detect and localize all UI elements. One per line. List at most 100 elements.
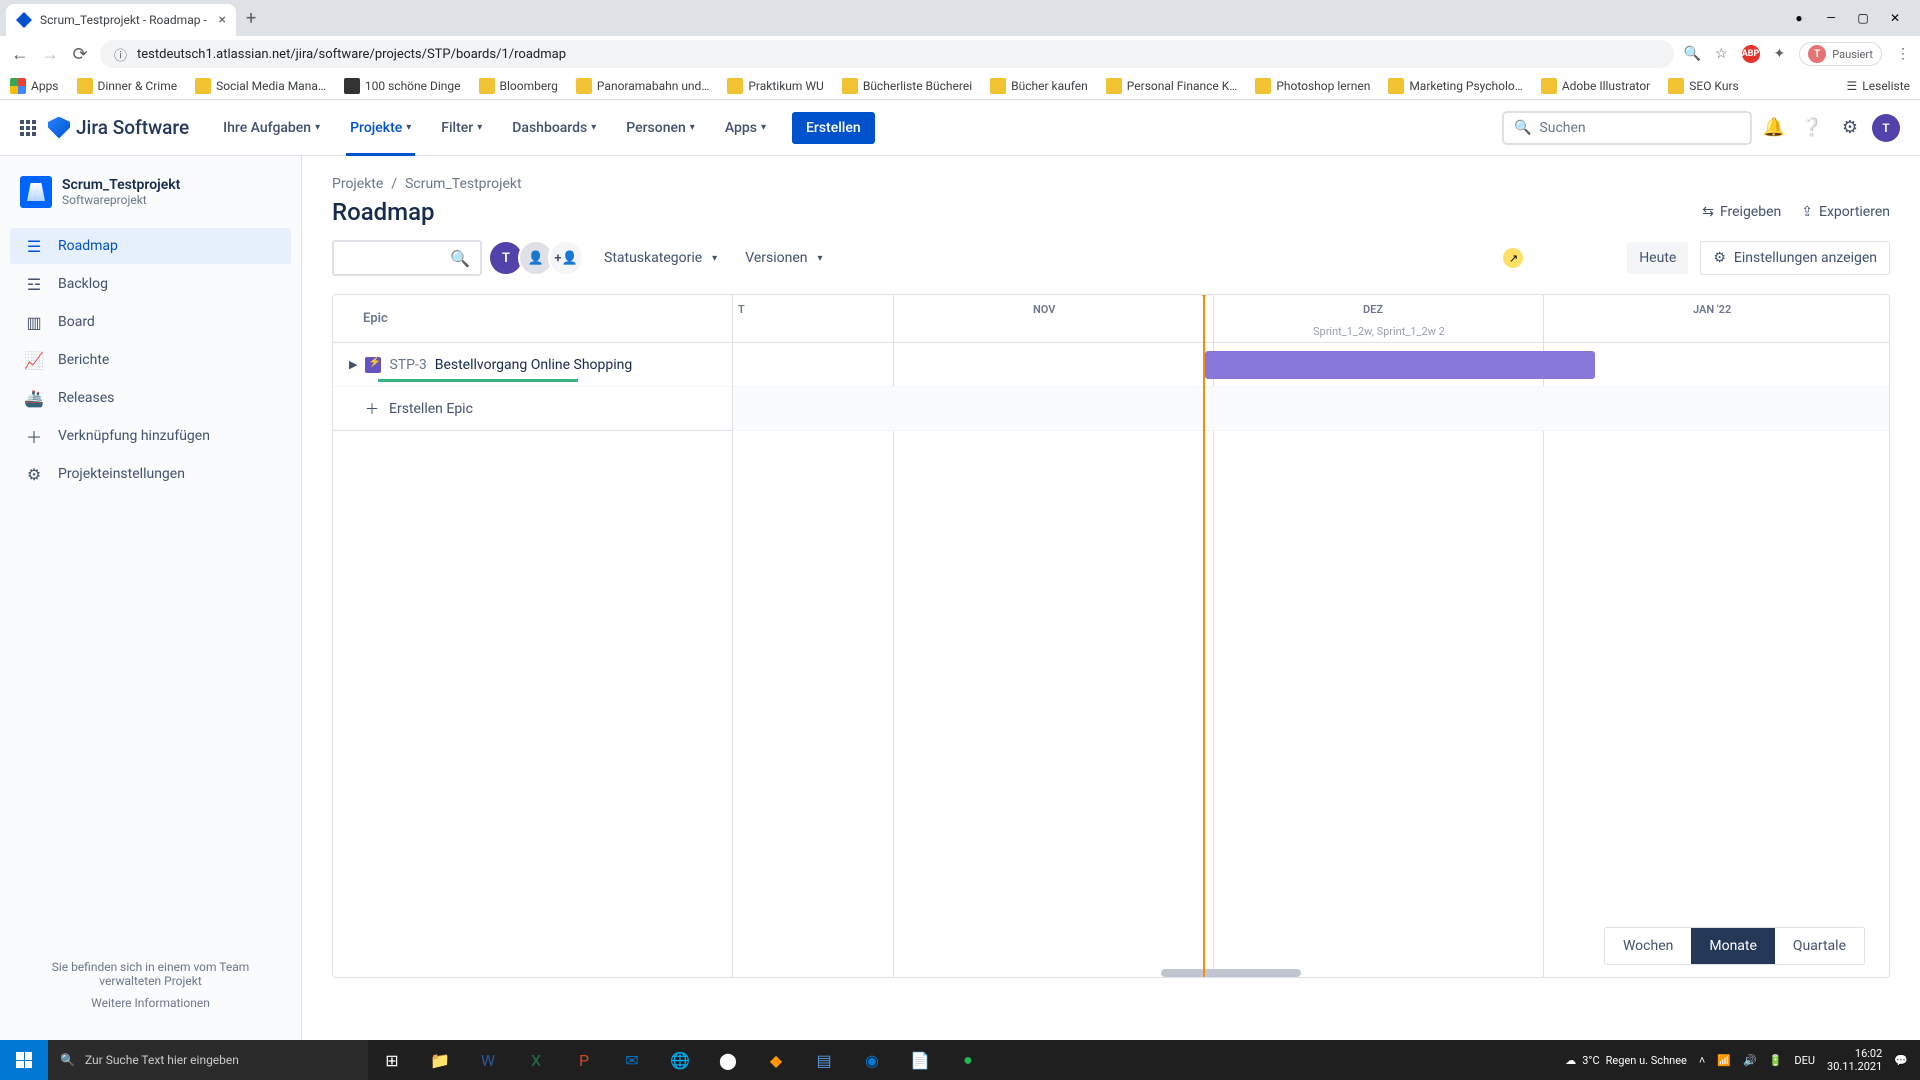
nav-projects[interactable]: Projekte▾ <box>338 100 423 156</box>
reload-button[interactable]: ⟳ <box>70 44 90 65</box>
powerpoint-icon[interactable]: P <box>560 1040 608 1080</box>
bookmark-item[interactable]: ☰Leseliste <box>1847 79 1910 93</box>
app-icon[interactable]: ▤ <box>800 1040 848 1080</box>
start-button[interactable] <box>0 1040 48 1080</box>
nav-dashboards[interactable]: Dashboards▾ <box>500 100 608 156</box>
settings-icon[interactable]: ⚙ <box>1834 112 1866 144</box>
bookmark-item[interactable]: Bücher kaufen <box>990 78 1088 94</box>
notepad-icon[interactable]: 📄 <box>896 1040 944 1080</box>
notifications-tray-icon[interactable]: 💬 <box>1894 1054 1908 1067</box>
spotify-icon[interactable]: ● <box>944 1040 992 1080</box>
zoom-quarters[interactable]: Quartale <box>1775 928 1864 964</box>
tray-expand-icon[interactable]: ˄ <box>1699 1054 1705 1067</box>
sidebar-footer-link[interactable]: Weitere Informationen <box>20 996 281 1010</box>
zoom-icon[interactable]: 🔍 <box>1684 46 1701 62</box>
bookmark-item[interactable]: Social Media Mana… <box>195 78 326 94</box>
sidebar-item-settings[interactable]: ⚙Projekteinstellungen <box>10 456 291 492</box>
new-tab-button[interactable]: + <box>236 8 266 29</box>
profile-button[interactable]: T Pausiert <box>1799 42 1882 66</box>
sidebar-item-reports[interactable]: 📈Berichte <box>10 342 291 378</box>
epic-bar[interactable] <box>1205 351 1595 379</box>
roadmap-search-input[interactable]: 🔍 <box>332 240 482 276</box>
bookmark-item[interactable]: Praktikum WU <box>727 78 823 94</box>
view-settings-button[interactable]: ⚙Einstellungen anzeigen <box>1700 241 1890 275</box>
wifi-icon[interactable]: 📶 <box>1717 1054 1731 1067</box>
export-button[interactable]: ⇪Exportieren <box>1801 204 1890 220</box>
sidebar-item-releases[interactable]: 🚢Releases <box>10 380 291 416</box>
sidebar-item-roadmap[interactable]: ☰Roadmap <box>10 228 291 264</box>
sound-icon[interactable]: 🔊 <box>1743 1054 1757 1067</box>
app-switcher-icon[interactable] <box>20 120 36 136</box>
profile-avatar[interactable]: T <box>1872 114 1900 142</box>
nav-people[interactable]: Personen▾ <box>614 100 707 156</box>
versions-filter[interactable]: Versionen▾ <box>737 250 830 266</box>
bookmark-item[interactable]: Personal Finance K… <box>1106 78 1238 94</box>
zoom-months[interactable]: Monate <box>1691 928 1775 964</box>
bookmark-item[interactable]: 100 schöne Dinge <box>344 78 461 94</box>
bookmark-item[interactable]: Dinner & Crime <box>77 78 178 94</box>
create-epic-button[interactable]: ＋ Erstellen Epic <box>333 387 732 431</box>
nav-your-work[interactable]: Ihre Aufgaben▾ <box>211 100 332 156</box>
extensions-icon[interactable]: ✦ <box>1774 46 1786 62</box>
chrome-icon[interactable]: 🌐 <box>656 1040 704 1080</box>
bookmark-item[interactable]: Bloomberg <box>479 78 558 94</box>
weather-widget[interactable]: ☁ 3°C Regen u. Schnee <box>1565 1054 1687 1067</box>
create-button[interactable]: Erstellen <box>792 112 875 144</box>
bookmark-item[interactable]: Adobe Illustrator <box>1541 78 1650 94</box>
chrome-dot-icon[interactable]: ● <box>1792 11 1806 25</box>
month-label: NOV <box>1033 303 1055 316</box>
close-window-icon[interactable]: ✕ <box>1888 11 1902 25</box>
epic-row[interactable]: ▶ STP-3 Bestellvorgang Online Shopping <box>333 343 732 387</box>
task-view-icon[interactable]: ⊞ <box>368 1040 416 1080</box>
url-field[interactable]: ⓘ testdeutsch1.atlassian.net/jira/softwa… <box>100 40 1674 68</box>
clock[interactable]: 16:02 30.11.2021 <box>1827 1047 1882 1073</box>
app-icon[interactable]: ◆ <box>752 1040 800 1080</box>
bookmark-item[interactable]: Marketing Psycholo… <box>1388 78 1522 94</box>
excel-icon[interactable]: X <box>512 1040 560 1080</box>
maximize-icon[interactable]: ▢ <box>1856 11 1870 25</box>
breadcrumb-projects[interactable]: Projekte <box>332 176 383 192</box>
status-filter[interactable]: Statuskategorie▾ <box>596 250 725 266</box>
mail-icon[interactable]: ✉ <box>608 1040 656 1080</box>
notifications-icon[interactable]: 🔔 <box>1758 112 1790 144</box>
browser-tab[interactable]: Scrum_Testprojekt - Roadmap - × <box>6 4 236 36</box>
project-header[interactable]: Scrum_Testprojekt Softwareprojekt <box>10 176 291 228</box>
bookmark-item[interactable]: Panoramabahn und… <box>576 78 709 94</box>
star-icon[interactable]: ☆ <box>1715 46 1728 62</box>
expand-icon[interactable]: ▶ <box>349 358 357 371</box>
jira-logo[interactable]: Jira Software <box>48 116 189 139</box>
assignee-filter[interactable]: T 👤 +👤 <box>494 240 584 276</box>
edge-icon[interactable]: ◉ <box>848 1040 896 1080</box>
close-tab-icon[interactable]: × <box>219 12 226 28</box>
sidebar-item-add-link[interactable]: ＋Verknüpfung hinzufügen <box>10 418 291 454</box>
zoom-weeks[interactable]: Wochen <box>1605 928 1691 964</box>
avatar-add[interactable]: +👤 <box>548 240 584 276</box>
word-icon[interactable]: W <box>464 1040 512 1080</box>
breadcrumb-project-name[interactable]: Scrum_Testprojekt <box>405 176 522 192</box>
share-button[interactable]: ⇆Freigeben <box>1702 204 1781 220</box>
bookmark-item[interactable]: SEO Kurs <box>1668 78 1738 94</box>
minimize-icon[interactable]: — <box>1824 11 1838 25</box>
sidebar-item-backlog[interactable]: ☲Backlog <box>10 266 291 302</box>
language-indicator[interactable]: DEU <box>1794 1054 1815 1067</box>
menu-icon[interactable]: ⋮ <box>1896 46 1910 62</box>
explorer-icon[interactable]: 📁 <box>416 1040 464 1080</box>
sidebar-item-board[interactable]: ▥Board <box>10 304 291 340</box>
obs-icon[interactable]: ⬤ <box>704 1040 752 1080</box>
epic-key[interactable]: STP-3 <box>389 357 426 373</box>
nav-apps[interactable]: Apps▾ <box>713 100 778 156</box>
adblock-icon[interactable]: ABP <box>1742 45 1760 63</box>
today-button[interactable]: Heute <box>1627 242 1688 274</box>
gantt-row-empty[interactable] <box>733 387 1889 431</box>
back-button[interactable]: ← <box>10 44 30 65</box>
battery-icon[interactable]: 🔋 <box>1769 1054 1783 1067</box>
gantt-row[interactable] <box>733 343 1889 387</box>
bookmark-item[interactable]: Bücherliste Bücherei <box>842 78 972 94</box>
bookmark-apps[interactable]: Apps <box>10 78 59 94</box>
nav-filters[interactable]: Filter▾ <box>429 100 494 156</box>
search-input[interactable]: 🔍 Suchen <box>1502 111 1752 145</box>
horizontal-scrollbar[interactable] <box>1161 969 1301 977</box>
taskbar-search[interactable]: 🔍 Zur Suche Text hier eingeben <box>48 1040 368 1080</box>
help-icon[interactable]: ❔ <box>1796 112 1828 144</box>
bookmark-item[interactable]: Photoshop lernen <box>1255 78 1370 94</box>
